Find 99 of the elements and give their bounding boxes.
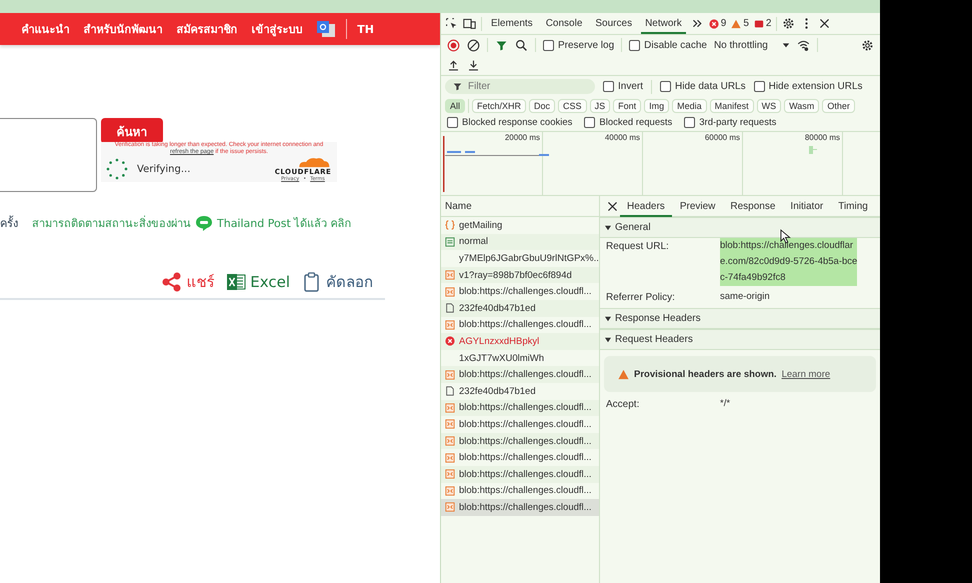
header-value: */* — [720, 397, 730, 411]
request-name: v1?ray=898b7bf0ec6f894d — [459, 270, 572, 281]
devtools-tab[interactable]: Network — [641, 13, 686, 34]
request-row[interactable]: normal — [441, 234, 599, 250]
header-value: same-origin — [720, 290, 770, 304]
section-header[interactable]: General — [600, 217, 880, 238]
devtools-tab[interactable]: Console — [542, 13, 586, 34]
detail-tab[interactable]: Response — [723, 196, 782, 216]
type-filter-chip[interactable]: All — [445, 99, 466, 113]
request-row[interactable]: blob:https://challenges.cloudfl... — [441, 499, 599, 516]
header-key: Request URL: — [606, 241, 720, 286]
request-row[interactable]: blob:https://challenges.cloudfl... — [441, 432, 599, 450]
request-row[interactable]: blob:https://challenges.cloudfl... — [441, 482, 599, 500]
request-name: blob:https://challenges.cloudfl... — [459, 502, 592, 513]
request-row[interactable]: v1?ray=898b7bf0ec6f894d — [441, 266, 599, 284]
type-filter-chip[interactable]: Wasm — [784, 99, 820, 113]
checkbox-label: Blocked response cookies — [462, 117, 572, 128]
checkbox-label: Hide extension URLs — [768, 81, 863, 92]
type-filter-chip[interactable]: Fetch/XHR — [472, 99, 526, 113]
nav-link[interactable]: เข้าสู่ระบบ — [251, 20, 302, 38]
section-title: Request Headers — [615, 334, 693, 345]
request-row[interactable]: 232fe40db47b1ed — [441, 300, 599, 317]
checkbox-label: Blocked requests — [599, 117, 672, 128]
timeline-tick: 80000 ms — [804, 133, 840, 142]
action-link[interactable]: แชร์ — [162, 270, 214, 294]
checkbox-label: Invert — [618, 81, 644, 92]
status-text: Verifying... — [137, 164, 190, 174]
request-row[interactable]: y7MElp6JGabrGbuU9rlNtGPx%... — [441, 250, 599, 267]
request-name: y7MElp6JGabrGbuU9rlNtGPx%... — [459, 252, 599, 264]
detail-tab[interactable]: Preview — [672, 196, 722, 216]
request-name: blob:https://challenges.cloudfl... — [459, 369, 592, 380]
header-key: Referrer Policy: — [606, 292, 720, 305]
request-row[interactable]: blob:https://challenges.cloudfl... — [441, 400, 599, 416]
request-name: getMailing — [459, 220, 502, 231]
request-name: blob:https://challenges.cloudfl... — [459, 452, 592, 464]
section-header[interactable]: Response Headers — [600, 308, 880, 329]
request-name: blob:https://challenges.cloudfl... — [459, 468, 592, 480]
section-header[interactable]: Request Headers — [600, 329, 880, 350]
request-row[interactable]: blob:https://challenges.cloudfl... — [441, 366, 599, 383]
checkbox-label: Hide data URLs — [675, 81, 746, 92]
filter-field[interactable]: Filter — [445, 79, 595, 94]
timeline-tick: 40000 ms — [604, 133, 640, 142]
error-count[interactable]: 9 — [708, 18, 726, 29]
column-header[interactable]: Name — [441, 196, 599, 217]
action-link[interactable]: คัดลอก — [302, 270, 373, 294]
detail-tab[interactable]: Initiator — [783, 196, 830, 216]
type-filter-chip[interactable]: Manifest — [710, 99, 754, 113]
type-filter-chip[interactable]: Other — [822, 99, 855, 113]
request-name: blob:https://challenges.cloudfl... — [459, 402, 592, 414]
checkbox-label: Disable cache — [644, 40, 707, 50]
type-filter-chip[interactable]: Font — [613, 99, 642, 113]
timeline-tick: 20000 ms — [504, 133, 540, 142]
warning-count[interactable]: 5 — [731, 18, 749, 29]
request-row[interactable]: blob:https://challenges.cloudfl... — [441, 283, 599, 300]
timeline-tick: 60000 ms — [704, 133, 740, 142]
section-title: General — [615, 222, 651, 233]
checkbox-label: 3rd-party requests — [699, 117, 776, 128]
notice-text: สามารถติดตามสถานะสิ่งของผ่าน — [32, 214, 191, 232]
action-link[interactable]: Excel — [226, 270, 290, 294]
learn-more-link[interactable]: Learn more — [782, 368, 830, 380]
request-row[interactable]: AGYLnzxxdHBpkyl — [441, 333, 599, 350]
type-filter-chip[interactable]: Doc — [529, 99, 556, 113]
devtools-tab[interactable]: Sources — [591, 13, 636, 34]
request-name: blob:https://challenges.cloudfl... — [459, 436, 592, 447]
request-name: 232fe40db47b1ed — [459, 302, 536, 314]
nav-link[interactable]: สำหรับนักพัฒนา — [83, 20, 162, 38]
warning-text: Provisional headers are shown. — [634, 368, 777, 380]
request-row[interactable]: 1xGJT7wXU0lmiWh — [441, 350, 599, 366]
notice-text: ครั้ง — [0, 214, 18, 232]
nav-link[interactable]: สมัครสมาชิก — [176, 20, 238, 38]
checkbox-label: Preserve log — [558, 40, 614, 50]
issue-count[interactable]: 2 — [754, 18, 772, 29]
throttling-dropdown[interactable]: No throttling — [714, 40, 790, 50]
type-filter-chip[interactable]: JS — [590, 99, 610, 113]
request-name: blob:https://challenges.cloudfl... — [459, 485, 592, 496]
request-name: 1xGJT7wXU0lmiWh — [459, 352, 544, 364]
request-row[interactable]: getMailing — [441, 217, 599, 234]
devtools-tab[interactable]: Elements — [487, 13, 537, 34]
request-row[interactable]: blob:https://challenges.cloudfl... — [441, 466, 599, 482]
request-name: blob:https://challenges.cloudfl... — [459, 319, 592, 330]
language-link[interactable]: TH — [357, 22, 374, 36]
type-filter-chip[interactable]: CSS — [558, 99, 587, 113]
type-filter-chip[interactable]: Img — [644, 99, 670, 113]
request-row[interactable]: blob:https://challenges.cloudfl... — [441, 316, 599, 334]
nav-link[interactable]: คำแนะนำ — [21, 20, 70, 38]
request-row[interactable]: blob:https://challenges.cloudfl... — [441, 449, 599, 466]
type-filter-chip[interactable]: WS — [756, 99, 782, 113]
type-filter-chip[interactable]: Media — [672, 99, 707, 113]
request-row[interactable]: 232fe40db47b1ed — [441, 382, 599, 400]
request-name: blob:https://challenges.cloudfl... — [459, 418, 592, 430]
request-name: AGYLnzxxdHBpkyl — [459, 336, 540, 347]
request-name: 232fe40db47b1ed — [459, 386, 536, 397]
detail-tab[interactable]: Timing — [831, 196, 875, 216]
section-title: Response Headers — [615, 313, 701, 324]
request-name: normal — [459, 236, 488, 248]
notice-link[interactable]: Thailand Post ได้แล้ว คลิก — [217, 214, 352, 232]
request-name: blob:https://challenges.cloudfl... — [459, 286, 592, 298]
header-key: Accept: — [606, 399, 720, 412]
request-row[interactable]: blob:https://challenges.cloudfl... — [441, 416, 599, 433]
